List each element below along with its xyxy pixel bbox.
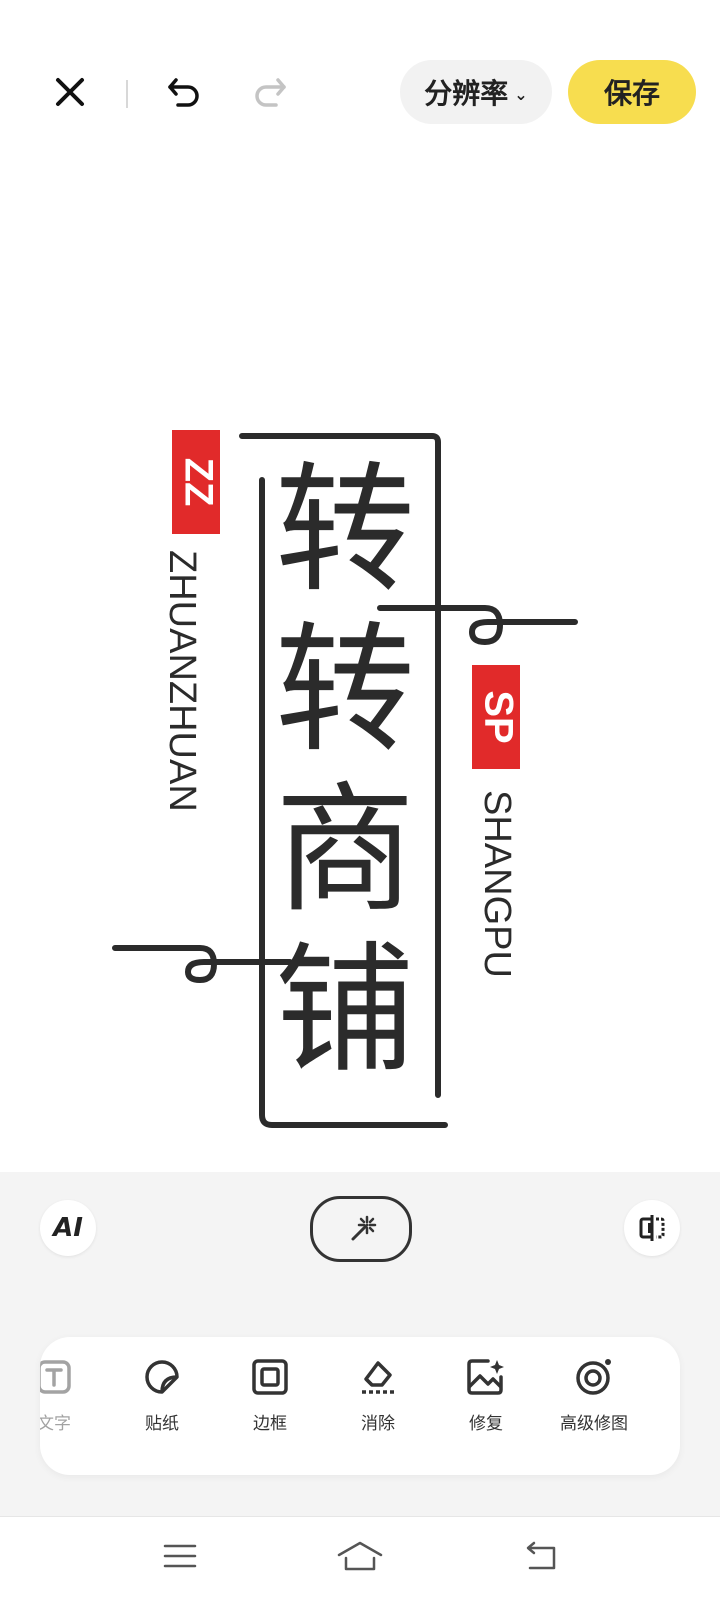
tool-label: 修复 [469,1414,503,1434]
nav-home-button[interactable] [330,1531,390,1581]
logo-image: ZZ ZHUANZHUAN 转 转 商 铺 SP SHANGPU [110,380,590,1150]
auto-enhance-button[interactable] [310,1196,412,1262]
compare-button[interactable] [624,1200,680,1256]
magic-wand-icon [351,1215,377,1241]
logo-char-4: 铺 [275,930,415,1093]
image-canvas[interactable]: ZZ ZHUANZHUAN 转 转 商 铺 SP SHANGPU [0,140,720,1170]
tool-label: 高级修图 [560,1414,628,1434]
undo-button[interactable] [154,62,214,122]
system-nav-bar [0,1516,720,1600]
logo-char-1: 转 [275,450,415,613]
undo-icon [168,78,199,107]
redo-icon [255,78,286,107]
tool-label: 文字 [40,1414,71,1434]
home-icon [337,1541,383,1571]
left-badge-text: ZZ [176,458,220,507]
nav-back-button[interactable] [510,1531,570,1581]
back-icon [526,1541,556,1570]
ai-button[interactable]: AI [40,1200,96,1256]
sticker-icon [142,1357,182,1397]
tool-label: 边框 [253,1414,287,1434]
left-badge: ZZ [172,430,220,534]
redo-button[interactable] [240,62,300,122]
tool-label: 消除 [361,1414,395,1434]
tool-label: 贴纸 [145,1414,179,1434]
top-bar: 分辨率 ⌄ 保存 [0,56,720,128]
tool-advanced-retouch[interactable]: 高级修图 [544,1357,644,1434]
tool-sticker[interactable]: 贴纸 [112,1357,212,1434]
tool-repair[interactable]: 修复 [436,1357,536,1434]
compare-icon [639,1215,665,1241]
tool-eraser[interactable]: 消除 [328,1357,428,1434]
toolbar-divider [126,80,128,108]
resolution-label: 分辨率 [424,77,509,110]
frame-icon [250,1357,290,1397]
text-icon [40,1357,74,1397]
left-vertical-text: ZHUANZHUAN [161,550,203,812]
save-button[interactable]: 保存 [568,60,696,124]
tool-text[interactable]: 文字 [40,1357,104,1434]
eraser-icon [358,1357,398,1397]
logo-char-3: 商 [275,770,415,933]
logo-char-2: 转 [275,610,415,773]
menu-icon [163,1544,197,1568]
chevron-down-icon: ⌄ [514,84,528,104]
photo-editor-screen: 分辨率 ⌄ 保存 ZZ ZHUANZHUAN 转 转 商 铺 SP SHANGP… [0,0,720,1600]
advanced-retouch-icon [574,1357,614,1397]
right-vertical-text: SHANGPU [476,790,518,978]
repair-icon [466,1357,506,1397]
tool-card: 文字 贴纸 边框 消除 修复 高级修图 [40,1337,680,1475]
close-icon [56,78,84,106]
resolution-dropdown[interactable]: 分辨率 ⌄ [400,60,552,124]
nav-menu-button[interactable] [150,1531,210,1581]
tool-frame[interactable]: 边框 [220,1357,320,1434]
right-badge-text: SP [476,690,520,743]
right-badge: SP [472,665,520,769]
close-button[interactable] [40,62,100,122]
